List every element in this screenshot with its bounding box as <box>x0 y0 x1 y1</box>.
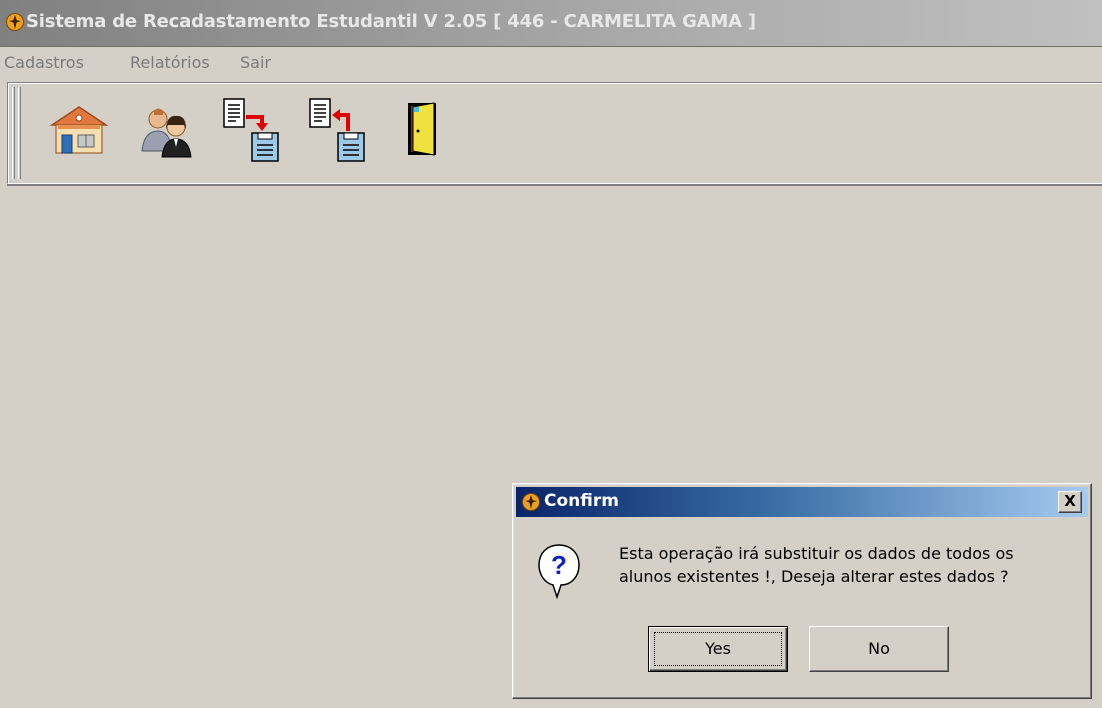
dialog-title-bar[interactable]: Confirm X <box>516 487 1088 517</box>
menu-cadastros[interactable]: Cadastros <box>4 53 84 72</box>
confirm-dialog: Confirm X ? Esta operação irá substituir… <box>512 483 1092 699</box>
svg-text:?: ? <box>551 550 567 580</box>
import-data-icon <box>309 98 365 162</box>
yes-button[interactable]: Yes <box>648 626 788 672</box>
dialog-message-line-2: alunos existentes !, Deseja alterar este… <box>619 567 1009 586</box>
export-data-icon <box>223 98 279 162</box>
toolbar-export-button[interactable] <box>220 95 282 165</box>
menu-relatorios[interactable]: Relatórios <box>130 53 210 72</box>
yes-button-label: Yes <box>705 639 731 658</box>
question-icon: ? <box>538 544 580 600</box>
menu-bar: Cadastros Relatórios Sair <box>0 47 1102 79</box>
users-icon <box>141 108 192 158</box>
dialog-message: Esta operação irá substituir os dados de… <box>619 542 1079 588</box>
app-compass-icon <box>522 493 540 511</box>
dialog-title: Confirm <box>544 491 619 511</box>
menu-sair[interactable]: Sair <box>240 53 271 72</box>
toolbar-grip-secondary <box>18 87 21 179</box>
toolbar-import-button[interactable] <box>306 95 368 165</box>
toolbar-school-button[interactable] <box>48 95 110 165</box>
toolbar-users-button[interactable] <box>136 95 198 165</box>
dialog-message-line-1: Esta operação irá substituir os dados de… <box>619 544 1014 563</box>
main-title-bar[interactable]: Sistema de Recadastamento Estudantil V 2… <box>0 0 1102 47</box>
toolbar-grip[interactable] <box>12 87 15 179</box>
no-button-label: No <box>868 639 890 658</box>
close-icon[interactable]: X <box>1058 491 1082 513</box>
school-house-icon <box>49 106 109 154</box>
toolbar <box>7 82 1102 184</box>
no-button[interactable]: No <box>809 626 949 672</box>
main-window-title: Sistema de Recadastamento Estudantil V 2… <box>26 11 756 32</box>
exit-door-icon <box>408 102 436 156</box>
toolbar-exit-button[interactable] <box>392 95 454 165</box>
app-compass-icon <box>6 13 24 31</box>
